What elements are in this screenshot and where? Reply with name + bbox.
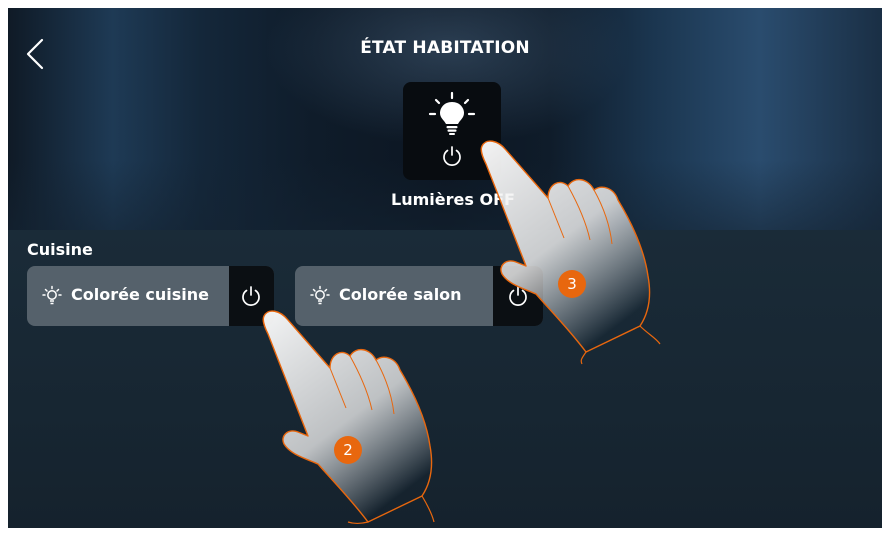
- page-title: ÉTAT HABITATION: [360, 38, 530, 58]
- light-power-button[interactable]: [493, 266, 543, 326]
- light-bulb-small-icon: [42, 285, 62, 305]
- light-bulb-small-icon: [310, 285, 330, 305]
- home-status-screen: ÉTAT HABITATION Lumières OFF Cuisine Col…: [8, 8, 882, 528]
- power-icon: [242, 286, 260, 306]
- power-icon: [443, 146, 461, 166]
- light-label: Colorée cuisine: [71, 285, 209, 304]
- step-badge-2: 2: [334, 436, 362, 464]
- light-card-coloree-cuisine[interactable]: Colorée cuisine: [27, 266, 274, 326]
- light-power-button[interactable]: [229, 266, 274, 326]
- step-badge-3: 3: [558, 270, 586, 298]
- power-icon: [509, 286, 527, 306]
- section-title-kitchen: Cuisine: [27, 240, 93, 259]
- all-lights-label: Lumières OFF: [391, 190, 515, 209]
- light-card-coloree-salon[interactable]: Colorée salon: [295, 266, 543, 326]
- light-label: Colorée salon: [339, 285, 462, 304]
- all-lights-off-button[interactable]: [403, 82, 501, 180]
